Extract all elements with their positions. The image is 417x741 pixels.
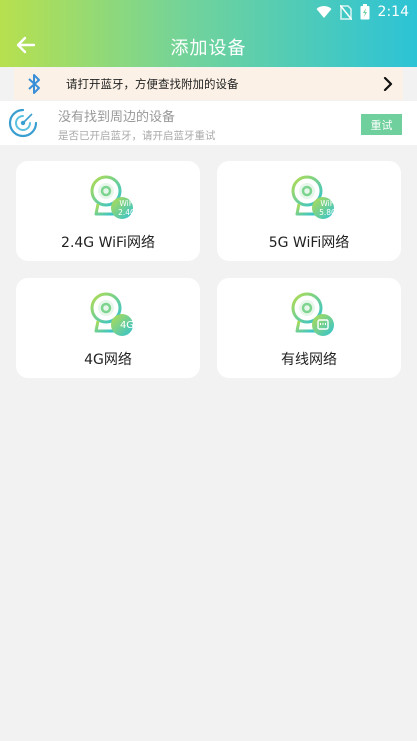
- device-label: 有线网络: [281, 352, 337, 368]
- bluetooth-banner-text: 请打开蓝牙，方便查找附加的设备: [66, 77, 239, 91]
- wifi-icon: [316, 6, 332, 19]
- bluetooth-banner[interactable]: 请打开蓝牙，方便查找附加的设备: [14, 68, 403, 100]
- no-device-title: 没有找到周边的设备: [58, 110, 176, 125]
- status-bar: 2:14: [316, 2, 409, 22]
- retry-button[interactable]: 重试: [361, 114, 402, 135]
- device-card-4g[interactable]: 4G 4G网络: [16, 278, 200, 378]
- app-header: 2:14 添加设备: [0, 0, 417, 67]
- wifi-5g-badge: WiFi 5.8G: [313, 199, 343, 217]
- device-card-wifi-24g[interactable]: WiFi 2.4G 2.4G WiFi网络: [16, 161, 200, 261]
- device-label: 4G网络: [84, 352, 132, 368]
- bluetooth-icon: [28, 74, 40, 94]
- wifi-24g-badge: WiFi 2.4G: [112, 199, 142, 217]
- no-device-subtitle: 是否已开启蓝牙，请开启蓝牙重试: [58, 130, 216, 142]
- device-card-wifi-5g[interactable]: WiFi 5.8G 5G WiFi网络: [217, 161, 401, 261]
- no-device-panel: 没有找到周边的设备 是否已开启蓝牙，请开启蓝牙重试 重试: [0, 101, 417, 145]
- badge-bottom-text: 5.8G: [319, 208, 337, 217]
- badge-bottom-text: 2.4G: [118, 208, 136, 217]
- badge-4g-text: 4G: [119, 320, 135, 331]
- badge-top-text: WiFi: [119, 199, 135, 208]
- radar-scan-icon: [8, 108, 38, 138]
- battery-charging-icon: [360, 4, 370, 20]
- status-time: 2:14: [377, 4, 409, 20]
- badge-top-text: WiFi: [320, 199, 336, 208]
- no-sim-icon: [339, 4, 352, 20]
- chevron-right-icon: [383, 77, 393, 91]
- device-label: 2.4G WiFi网络: [61, 235, 155, 251]
- page-title: 添加设备: [170, 38, 247, 59]
- device-card-wired[interactable]: 有线网络: [217, 278, 401, 378]
- device-label: 5G WiFi网络: [268, 235, 350, 251]
- camera-wired-icon: [291, 292, 334, 336]
